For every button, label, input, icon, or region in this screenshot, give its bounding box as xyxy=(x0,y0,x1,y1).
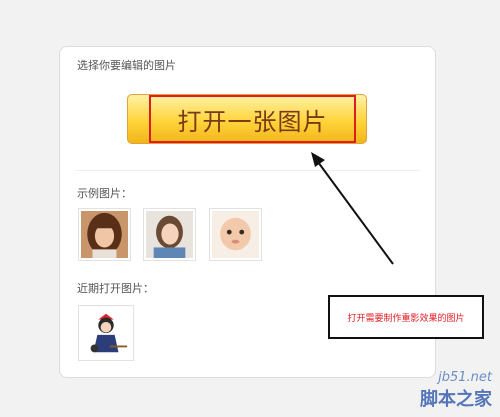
example-image-3[interactable] xyxy=(209,208,262,261)
panel-title: 选择你要编辑的图片 xyxy=(77,59,176,72)
annotation-callout: 打开需要制作重影效果的图片 xyxy=(328,295,484,339)
example-image-2[interactable] xyxy=(143,208,196,261)
cartoon-witch-girl-icon xyxy=(81,308,131,358)
portrait-woman-smiling-icon xyxy=(146,211,193,258)
watermark-site: jb51.net xyxy=(438,370,492,385)
examples-label: 示例图片： xyxy=(77,187,132,200)
recent-image-1[interactable] xyxy=(78,305,134,361)
section-divider xyxy=(75,170,420,171)
portrait-baby-icon xyxy=(212,211,259,258)
watermark-name: 脚本之家 xyxy=(420,389,492,410)
example-image-1[interactable] xyxy=(78,208,131,261)
portrait-woman-brown-hair-icon xyxy=(81,211,128,258)
recent-label: 近期打开图片： xyxy=(77,282,154,295)
open-image-button-label[interactable]: 打开一张图片 xyxy=(149,95,356,143)
site-watermark: jb51.net 脚本之家 xyxy=(420,370,492,411)
